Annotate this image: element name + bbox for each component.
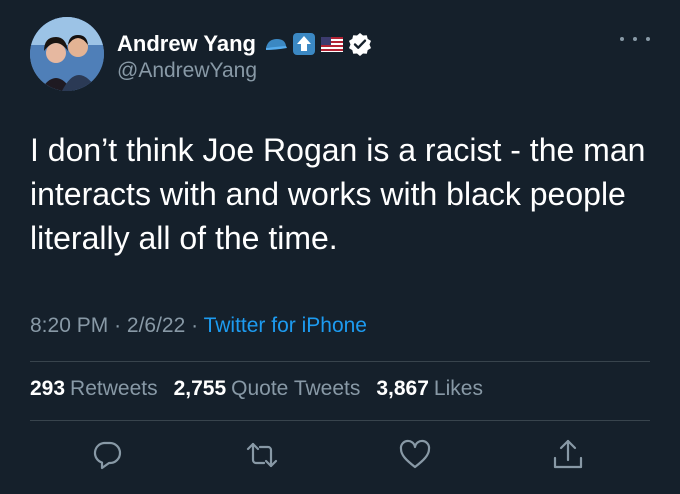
more-dot	[646, 37, 650, 41]
quote-tweets-count: 2,755	[173, 377, 227, 400]
quote-tweets-stat[interactable]: 2,755 Quote Tweets	[174, 377, 361, 401]
us-flag-icon	[320, 32, 344, 56]
tweet-stats: 293 Retweets 2,755 Quote Tweets 3,867 Likes	[30, 377, 483, 401]
tweet-text: I don’t think Joe Rogan is a racist - th…	[30, 132, 646, 256]
tweet-meta: 8:20 PM · 2/6/22 · Twitter for iPhone	[30, 314, 367, 338]
tweet-actions	[0, 438, 680, 478]
retweets-label: Retweets	[70, 377, 158, 400]
more-options-icon[interactable]	[620, 30, 650, 48]
tweet-time[interactable]: 8:20 PM	[30, 314, 108, 337]
author-handle[interactable]: @AndrewYang	[117, 59, 257, 83]
like-icon[interactable]	[398, 438, 432, 472]
share-icon[interactable]	[551, 438, 585, 472]
verified-badge-icon	[348, 32, 372, 56]
avatar[interactable]	[30, 17, 104, 91]
meta-separator: ·	[191, 314, 204, 337]
blue-cap-icon	[264, 32, 288, 56]
retweet-icon[interactable]	[245, 438, 279, 472]
author-display-name[interactable]: Andrew Yang	[117, 31, 256, 57]
quote-tweets-label: Quote Tweets	[231, 377, 361, 400]
divider	[30, 361, 650, 362]
more-dot	[620, 37, 624, 41]
retweets-count: 293	[30, 377, 66, 400]
tweet-date[interactable]: 2/6/22	[127, 314, 185, 337]
avatar-image	[30, 17, 104, 91]
more-dot	[633, 37, 637, 41]
meta-separator: ·	[114, 314, 127, 337]
divider	[30, 420, 650, 421]
tweet-card: Andrew Yang @AndrewYang I don’t think Jo	[0, 0, 680, 494]
likes-label: Likes	[433, 377, 483, 400]
author-name-row[interactable]: Andrew Yang	[117, 30, 372, 58]
likes-stat[interactable]: 3,867 Likes	[376, 377, 483, 401]
tweet-source-link[interactable]: Twitter for iPhone	[204, 314, 367, 337]
likes-count: 3,867	[376, 377, 429, 400]
up-arrow-icon	[292, 32, 316, 56]
retweets-stat[interactable]: 293 Retweets	[30, 377, 158, 401]
reply-icon[interactable]	[90, 438, 124, 472]
